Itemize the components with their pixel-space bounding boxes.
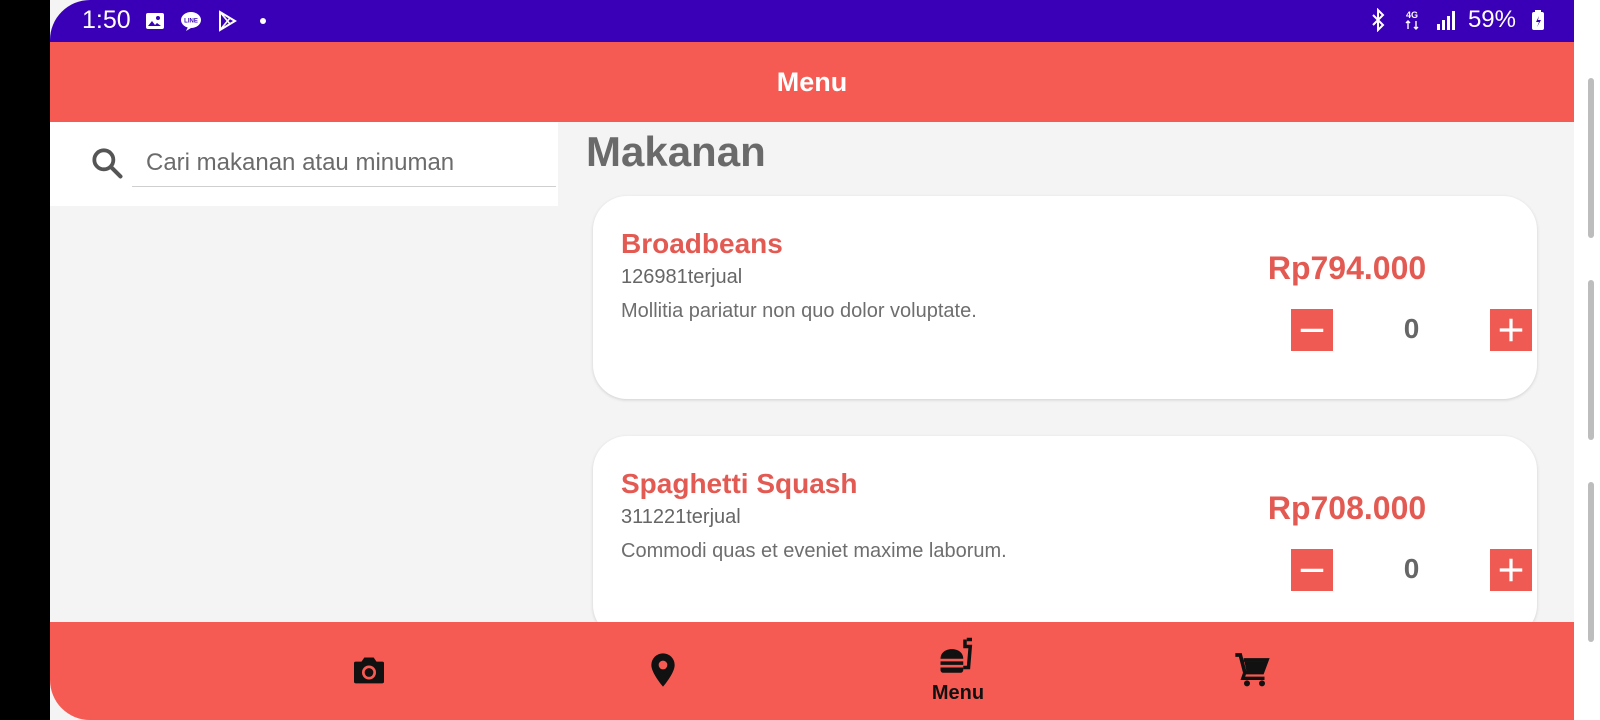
scrollbar-track: [1574, 0, 1600, 720]
section-title: Makanan: [586, 128, 766, 175]
item-quantity: 0: [1403, 553, 1420, 584]
search-input[interactable]: [132, 140, 556, 187]
decrease-quantity-button[interactable]: [1291, 549, 1333, 591]
item-name: Spaghetti Squash: [621, 468, 858, 499]
search-panel: [50, 122, 558, 206]
svg-text:LINE: LINE: [184, 18, 198, 24]
status-time: 1:50: [82, 6, 131, 34]
play-store-icon: [218, 9, 237, 32]
plus-icon: [1499, 558, 1523, 582]
nav-item-cart[interactable]: [1212, 636, 1292, 716]
signal-icon: [1436, 11, 1455, 30]
status-bar: 1:50 LINE 4G 59%: [50, 0, 1574, 42]
item-sold-count: 126981terjual: [621, 266, 743, 288]
app-title: Menu: [776, 66, 848, 97]
scrollbar-thumb[interactable]: [1588, 280, 1594, 440]
app-screen: 1:50 LINE 4G 59% Menu Makanan Broadbeans…: [50, 0, 1574, 720]
increase-quantity-button[interactable]: [1490, 549, 1532, 591]
item-description: Commodi quas et eveniet maxime laborum.: [621, 540, 1007, 562]
item-quantity: 0: [1403, 313, 1420, 344]
bluetooth-icon: [1372, 8, 1385, 32]
nav-item-menu[interactable]: Menu: [918, 636, 998, 716]
minus-icon: [1300, 568, 1324, 572]
plus-icon: [1499, 318, 1523, 342]
location-pin-icon: [651, 653, 675, 687]
minus-icon: [1300, 328, 1324, 332]
fastfood-icon: [940, 637, 973, 673]
status-right: 4G 59%: [1366, 6, 1550, 34]
item-description: Mollitia pariatur non quo dolor voluptat…: [621, 300, 977, 322]
battery-percent: 59%: [1467, 6, 1516, 33]
nav-label-menu: Menu: [931, 682, 985, 704]
decrease-quantity-button[interactable]: [1291, 309, 1333, 351]
camera-icon: [354, 657, 384, 684]
dot-icon: [259, 17, 266, 24]
cart-icon: [1235, 653, 1270, 687]
menu-item-card: Broadbeans 126981terjual Mollitia pariat…: [593, 196, 1537, 399]
item-price: Rp794.000: [1267, 250, 1427, 286]
scrollbar-thumb[interactable]: [1588, 482, 1594, 642]
scrollbar-thumb[interactable]: [1588, 78, 1594, 238]
menu-item-card: Spaghetti Squash 311221terjual Commodi q…: [593, 436, 1537, 639]
battery-icon: [1532, 10, 1544, 30]
search-icon: [92, 148, 123, 179]
svg-text:4G: 4G: [1406, 10, 1418, 20]
image-icon: [145, 12, 164, 29]
nav-item-location[interactable]: [623, 636, 703, 716]
4g-icon: 4G: [1405, 10, 1419, 30]
line-icon: LINE: [180, 11, 201, 31]
item-name: Broadbeans: [621, 228, 783, 259]
nav-item-camera[interactable]: [329, 636, 409, 716]
item-sold-count: 311221terjual: [621, 506, 741, 528]
status-left: 1:50 LINE: [82, 6, 275, 35]
app-bar: Menu: [50, 42, 1574, 122]
bottom-navigation: Menu: [50, 622, 1574, 720]
increase-quantity-button[interactable]: [1490, 309, 1532, 351]
item-price: Rp708.000: [1267, 490, 1427, 526]
